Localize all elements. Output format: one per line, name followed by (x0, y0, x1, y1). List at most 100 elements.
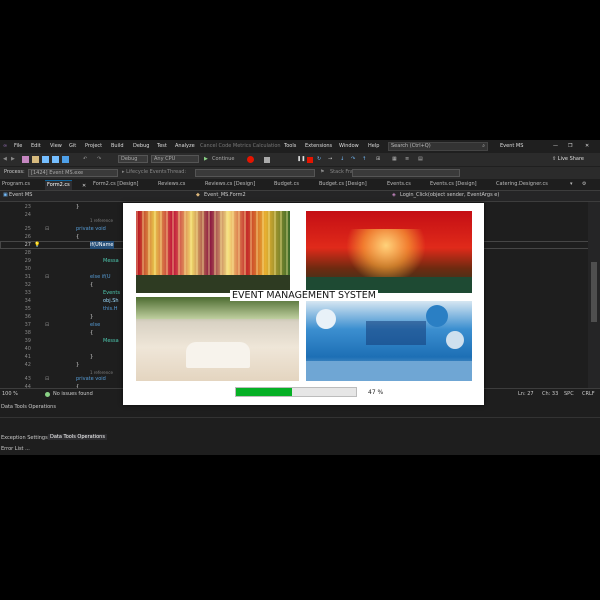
debug-location-toolbar: Process: [1424] Event MS.exe ▸ Lifecycle… (0, 166, 600, 179)
tab-events-cs[interactable]: Events.cs (387, 180, 411, 189)
canopy-glow (346, 229, 426, 284)
tab-reviews-cs[interactable]: Reviews.cs (158, 180, 185, 189)
tab-overflow-icon[interactable]: ▾ (570, 181, 573, 187)
menu-debug[interactable]: Debug (133, 143, 149, 149)
configuration-select[interactable]: Debug (118, 155, 148, 163)
show-next-statement-icon[interactable]: → (328, 156, 332, 163)
menu-file[interactable]: File (14, 143, 22, 149)
live-share-button[interactable]: ⇪ Live Share (552, 156, 584, 163)
zoom-level[interactable]: 100 % (2, 391, 18, 398)
platform-select[interactable]: Any CPU (151, 155, 199, 163)
forward-icon[interactable]: ▶ (11, 156, 15, 163)
back-icon[interactable]: ◀ (3, 156, 7, 163)
tab-reviews-design[interactable]: Reviews.cs [Design] (205, 180, 255, 189)
tab-exception-settings[interactable]: Exception Settings (1, 435, 48, 441)
redo-icon[interactable]: ↷ (97, 156, 101, 163)
code-line: obj.Sh (103, 298, 119, 304)
close-icon[interactable]: ✕ (585, 143, 589, 149)
menu-edit[interactable]: Edit (31, 143, 41, 149)
menu-window[interactable]: Window (339, 143, 359, 149)
collapse-icon[interactable]: ⊟ (45, 376, 49, 382)
open-folder-icon[interactable] (32, 156, 39, 163)
code-reference-count[interactable]: 1 reference (90, 217, 113, 225)
line-indicator: Ln: 27 (518, 391, 534, 397)
menu-test[interactable]: Test (157, 143, 167, 149)
line-number: 32 (24, 282, 31, 288)
tab-form2-cs[interactable]: Form2.cs (45, 180, 72, 190)
lightbulb-icon[interactable]: 💡 (34, 242, 40, 248)
save-all-icon[interactable] (52, 156, 59, 163)
menu-project[interactable]: Project (85, 143, 102, 149)
flag-icon[interactable]: ⚑ (320, 169, 324, 176)
balloon (426, 305, 448, 327)
pause-icon[interactable]: ❚❚ (297, 156, 305, 163)
tab-catering-designer[interactable]: Catering.Designer.cs (496, 180, 548, 189)
data-tools-panel: Data Tools Operations Exception Settings… (0, 400, 600, 455)
continue-button[interactable]: Continue (212, 156, 234, 163)
issues-status[interactable]: No issues found (53, 391, 93, 398)
tab-budget-cs[interactable]: Budget.cs (274, 180, 299, 189)
search-input[interactable]: Search (Ctrl+Q) ⌕ (388, 142, 488, 151)
settings-icon[interactable]: ⚙ (582, 181, 586, 187)
collapse-icon[interactable]: ⊟ (45, 274, 49, 280)
editor-scrollbar[interactable] (588, 202, 600, 388)
hex-icon[interactable]: ⊞ (376, 156, 380, 163)
code-line: { (90, 282, 94, 288)
collapse-icon[interactable]: ⊟ (45, 322, 49, 328)
continue-icon[interactable]: ▶ (204, 156, 208, 163)
line-number: 31 (24, 274, 31, 280)
menu-extensions[interactable]: Extensions (305, 143, 332, 149)
member-dropdown[interactable]: Login_Click(object sender, EventArgs e) (400, 192, 499, 199)
current-line-number: 27 (24, 242, 31, 248)
minimize-icon[interactable]: — (553, 143, 558, 149)
menu-build[interactable]: Build (111, 143, 124, 149)
document-tabs: Program.cs Form2.cs ✕ Form2.cs [Design] … (0, 179, 600, 191)
solution-name: Event MS (500, 143, 524, 149)
menu-tools[interactable]: Tools (284, 143, 296, 149)
line-number: 36 (24, 314, 31, 320)
line-number: 35 (24, 306, 31, 312)
menu-help[interactable]: Help (368, 143, 379, 149)
comment-icon[interactable]: ▤ (418, 156, 423, 163)
close-tab-icon[interactable]: ✕ (82, 183, 86, 189)
menu-view[interactable]: View (50, 143, 62, 149)
menu-git[interactable]: Git (69, 143, 76, 149)
save-icon[interactable] (42, 156, 49, 163)
class-icon: ◆ (196, 192, 200, 198)
code-line: Events (103, 290, 120, 296)
thread-select[interactable] (195, 169, 315, 177)
lifecycle-events-button[interactable]: ▸ Lifecycle Events (122, 169, 167, 176)
step-out-icon[interactable]: ↑ (362, 156, 366, 163)
error-list-tab[interactable]: Error List ... (1, 446, 30, 452)
maximize-icon[interactable]: ❐ (568, 143, 572, 149)
debug-misc-icon[interactable] (264, 157, 270, 163)
line-number: 24 (24, 212, 31, 218)
tab-program-cs[interactable]: Program.cs (2, 180, 30, 189)
class-dropdown[interactable]: Event_MS.Form2 (204, 192, 246, 199)
project-dropdown[interactable]: Event MS (9, 192, 32, 199)
process-label: Process: (4, 169, 25, 175)
save-copy-icon[interactable] (62, 156, 69, 163)
new-item-icon[interactable] (22, 156, 29, 163)
format-icon[interactable]: ≡ (405, 156, 409, 163)
process-select[interactable]: [1424] Event MS.exe (28, 169, 118, 177)
tab-budget-design[interactable]: Budget.cs [Design] (319, 180, 367, 189)
tab-form2-design[interactable]: Form2.cs [Design] (93, 180, 138, 189)
menu-analyze[interactable]: Analyze (175, 143, 195, 149)
line-number: 34 (24, 298, 31, 304)
stop-icon[interactable] (307, 157, 313, 163)
diagnostic-icon[interactable]: ▦ (392, 156, 397, 163)
collapse-icon[interactable]: ⊟ (45, 226, 49, 232)
menu-cancel-code-metrics[interactable]: Cancel Code Metrics Calculation (200, 143, 281, 149)
vs-logo-icon: ∞ (3, 143, 8, 149)
undo-icon[interactable]: ↶ (83, 156, 87, 163)
tab-data-tools-operations[interactable]: Data Tools Operations (48, 434, 107, 440)
tab-events-design[interactable]: Events.cs [Design] (430, 180, 477, 189)
restart-icon[interactable]: ↻ (317, 156, 321, 163)
stack-frame-select[interactable] (352, 169, 460, 177)
step-over-icon[interactable]: ↷ (351, 156, 355, 163)
line-number: 26 (24, 234, 31, 240)
hot-reload-icon[interactable] (247, 156, 254, 163)
step-into-icon[interactable]: ↓ (340, 156, 344, 163)
scrollbar-thumb[interactable] (591, 262, 597, 322)
